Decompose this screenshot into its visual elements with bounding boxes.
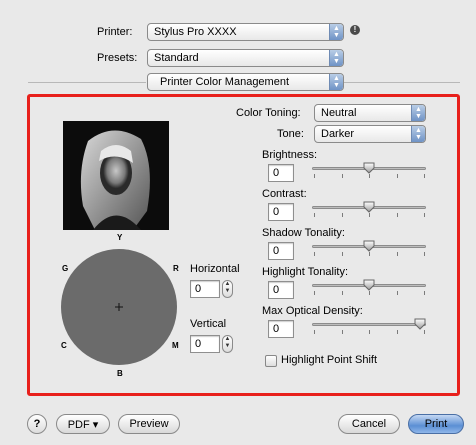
- slider-label: Shadow Tonality:: [262, 227, 345, 239]
- warning-icon: !: [350, 25, 360, 35]
- cancel-button[interactable]: Cancel: [338, 414, 400, 434]
- popup-arrows-icon: ▲ ▼: [329, 74, 343, 90]
- presets-popup[interactable]: Standard ▲ ▼: [147, 49, 344, 67]
- slider-value-field[interactable]: 0: [268, 281, 294, 299]
- pdf-button[interactable]: PDF ▾: [56, 414, 110, 434]
- slider-label: Brightness:: [262, 149, 318, 161]
- horizontal-stepper[interactable]: ▲ ▼: [222, 280, 233, 298]
- popup-arrows-icon: ▲ ▼: [411, 126, 425, 142]
- slider-thumb[interactable]: [363, 240, 375, 252]
- slider-label: Max Optical Density:: [262, 305, 363, 317]
- wheel-label-r: R: [173, 264, 179, 273]
- color-toning-popup[interactable]: Neutral ▲ ▼: [314, 104, 426, 122]
- vertical-label: Vertical: [190, 318, 227, 330]
- wheel-label-c: C: [61, 341, 67, 350]
- tone-popup[interactable]: Darker ▲ ▼: [314, 125, 426, 143]
- color-toning-value: Neutral: [321, 107, 357, 119]
- slider-tick: [341, 330, 343, 334]
- highlight-point-shift-label: Highlight Point Shift: [281, 354, 377, 366]
- slider-tick: [424, 252, 425, 256]
- preview-button[interactable]: Preview: [118, 414, 180, 434]
- horizontal-label: Horizontal: [190, 263, 240, 275]
- slider-thumb[interactable]: [363, 279, 375, 291]
- slider-tick: [396, 213, 398, 217]
- slider-tick: [341, 252, 343, 256]
- slider-tick: [314, 213, 315, 217]
- section-value: Printer Color Management: [160, 76, 290, 88]
- printer-label: Printer:: [97, 26, 133, 38]
- slider-tick: [369, 174, 370, 178]
- printer-value: Stylus Pro XXXX: [154, 26, 237, 38]
- slider-tick: [424, 291, 425, 295]
- slider-thumb[interactable]: [363, 201, 375, 213]
- tone-value: Darker: [321, 128, 355, 140]
- slider-label: Contrast:: [262, 188, 307, 200]
- wheel-label-y: Y: [117, 233, 123, 242]
- color-wheel[interactable]: [58, 243, 182, 371]
- slider-tick: [369, 291, 370, 295]
- slider-tick: [424, 330, 425, 334]
- horizontal-field[interactable]: 0: [190, 280, 220, 298]
- section-popup[interactable]: Printer Color Management ▲ ▼: [147, 73, 344, 91]
- slider-tick: [396, 330, 398, 334]
- slider-tick: [314, 330, 315, 334]
- vertical-stepper[interactable]: ▲ ▼: [222, 335, 233, 353]
- slider-thumb[interactable]: [363, 162, 375, 174]
- slider-tick: [314, 291, 315, 295]
- slider-track[interactable]: [312, 323, 426, 326]
- print-button[interactable]: Print: [408, 414, 464, 434]
- slider-label: Highlight Tonality:: [262, 266, 349, 278]
- slider-value-field[interactable]: 0: [268, 242, 294, 260]
- divider-right: [344, 82, 460, 83]
- slider-tick: [396, 174, 398, 178]
- vertical-field[interactable]: 0: [190, 335, 220, 353]
- presets-label: Presets:: [97, 52, 138, 64]
- slider-tick: [341, 291, 343, 295]
- slider-tick: [341, 213, 343, 217]
- printer-popup[interactable]: Stylus Pro XXXX ▲ ▼: [147, 23, 344, 41]
- slider-tick: [369, 213, 370, 217]
- color-toning-label: Color Toning:: [236, 107, 301, 119]
- slider-value-field[interactable]: 0: [268, 164, 294, 182]
- help-button[interactable]: ?: [27, 414, 47, 434]
- popup-arrows-icon: ▲ ▼: [329, 24, 343, 40]
- preview-image: [63, 121, 169, 230]
- slider-tick: [314, 252, 315, 256]
- divider-left: [28, 82, 146, 83]
- slider-tick: [396, 252, 398, 256]
- slider-tick: [369, 252, 370, 256]
- slider-tick: [396, 291, 398, 295]
- slider-value-field[interactable]: 0: [268, 203, 294, 221]
- slider-tick: [341, 174, 343, 178]
- highlight-point-shift-checkbox[interactable]: [265, 355, 277, 367]
- slider-thumb[interactable]: [414, 318, 426, 330]
- wheel-label-g: G: [62, 264, 69, 273]
- slider-tick: [314, 174, 315, 178]
- slider-value-field[interactable]: 0: [268, 320, 294, 338]
- wheel-label-b: B: [117, 369, 123, 378]
- slider-tick: [424, 213, 425, 217]
- presets-value: Standard: [154, 52, 199, 64]
- slider-tick: [424, 174, 425, 178]
- slider-tick: [369, 330, 370, 334]
- tone-label: Tone:: [277, 128, 304, 140]
- popup-arrows-icon: ▲ ▼: [329, 50, 343, 66]
- popup-arrows-icon: ▲ ▼: [411, 105, 425, 121]
- wheel-label-m: M: [172, 341, 179, 350]
